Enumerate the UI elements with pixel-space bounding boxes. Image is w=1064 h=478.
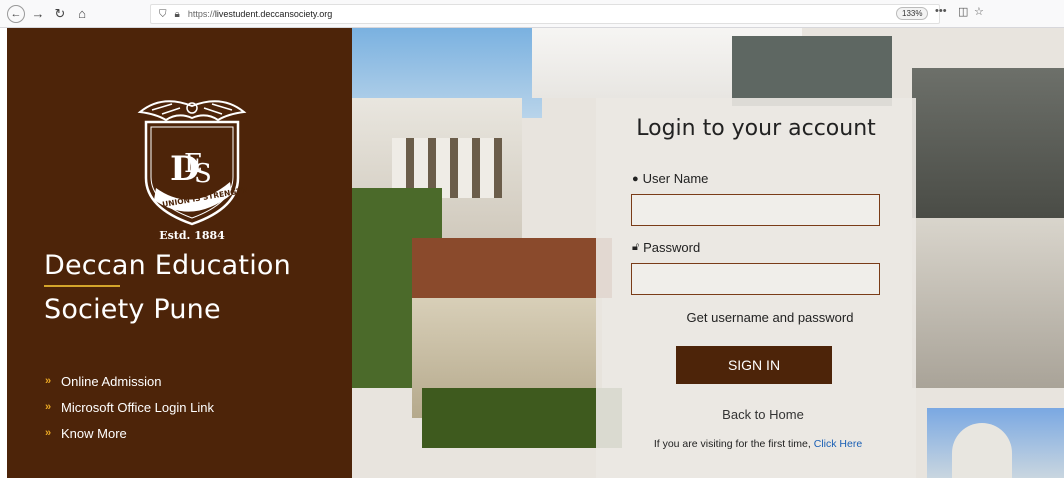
first-time-note: If you are visiting for the first time, … <box>653 438 863 450</box>
shield-icon[interactable]: ⛉ <box>159 9 167 20</box>
link-microsoft-office-login[interactable]: » Microsoft Office Login Link <box>45 394 214 420</box>
garden-photo <box>422 388 622 448</box>
back-arrow-icon[interactable]: ← <box>7 4 25 23</box>
zoom-badge[interactable]: 133% <box>896 7 929 20</box>
modern-building-photo <box>912 218 1064 388</box>
username-label: ● User Name <box>632 171 709 186</box>
link-know-more[interactable]: » Know More <box>45 420 214 446</box>
svg-text:Estd. 1884: Estd. 1884 <box>159 229 225 240</box>
user-circle-icon: ● <box>632 172 639 185</box>
red-roof-photo <box>412 238 612 298</box>
chevron-right-icon: » <box>45 427 52 439</box>
more-actions-icon[interactable]: ••• <box>935 5 947 17</box>
get-credentials-link[interactable]: Get username and password <box>596 310 916 325</box>
brand-panel: D E S UNION IS STRENGTH Estd. 1884 Decca… <box>7 28 352 478</box>
click-here-link[interactable]: Click Here <box>814 438 862 450</box>
org-title-line2: Society Pune <box>44 294 221 325</box>
link-online-admission[interactable]: » Online Admission <box>45 368 214 394</box>
quick-links: » Online Admission » Microsoft Office Logi… <box>45 368 214 446</box>
bookmark-star-icon[interactable]: ☆ <box>974 5 984 18</box>
stone-building-photo <box>912 68 1064 218</box>
title-underline <box>44 285 120 287</box>
reload-icon[interactable]: ↻ <box>51 5 69 23</box>
password-label: 🔓︎ Password <box>632 240 701 255</box>
chevron-right-icon: » <box>45 401 52 413</box>
society-crest-logo: D E S UNION IS STRENGTH Estd. 1884 <box>137 100 248 240</box>
pocket-icon[interactable]: ◫ <box>958 5 968 18</box>
url-text[interactable]: https://livestudent.deccansociety.org <box>188 9 332 19</box>
org-title-line1: Deccan Education <box>44 250 291 281</box>
sign-in-button[interactable]: SIGN IN <box>676 346 832 384</box>
password-input[interactable] <box>631 263 880 295</box>
address-bar[interactable]: ⛉ 🔒︎ https://livestudent.deccansociety.o… <box>150 4 940 24</box>
lock-icon[interactable]: 🔒︎ <box>175 9 180 20</box>
login-title: Login to your account <box>636 116 876 141</box>
login-form: Login to your account ● User Name 🔓︎ Pas… <box>596 98 916 478</box>
username-input[interactable] <box>631 194 880 226</box>
chevron-right-icon: » <box>45 375 52 387</box>
clock-tower-photo <box>732 36 892 106</box>
forward-arrow-icon[interactable]: → <box>29 5 47 23</box>
svg-text:S: S <box>194 159 212 189</box>
browser-toolbar: ← → ↻ ⌂ ⛉ 🔒︎ https://livestudent.deccans… <box>0 0 1064 28</box>
lock-icon: 🔓︎ <box>632 241 640 253</box>
back-to-home-link[interactable]: Back to Home <box>596 407 916 422</box>
dome-shape <box>952 423 1012 478</box>
home-icon[interactable]: ⌂ <box>73 5 91 23</box>
